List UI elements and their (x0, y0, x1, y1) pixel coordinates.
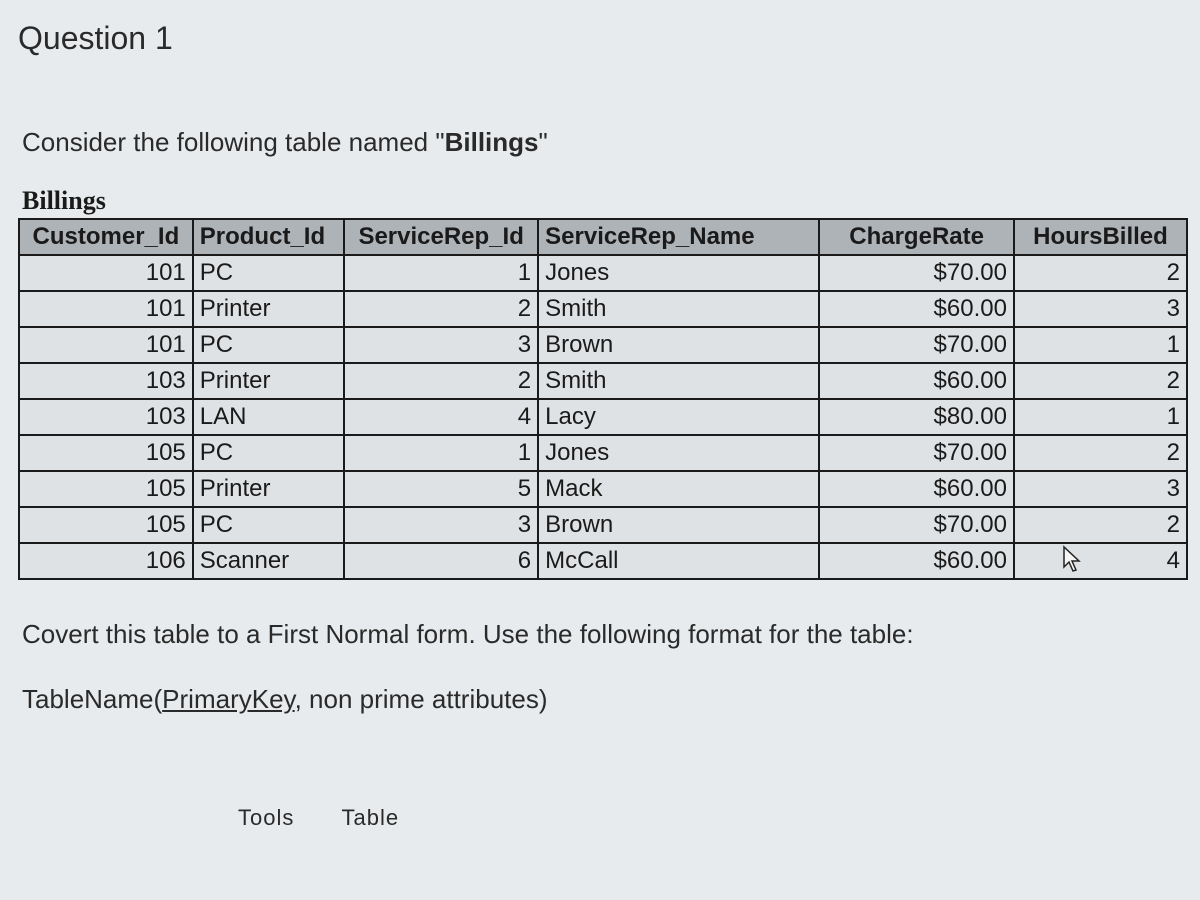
cell-customer-id: 105 (19, 471, 193, 507)
table-row: 103LAN4Lacy$80.001 (19, 399, 1187, 435)
format-primarykey: PrimaryKey (162, 684, 294, 714)
task-instruction: Covert this table to a First Normal form… (18, 616, 1182, 652)
cell-servicerep-name: Jones (538, 255, 819, 291)
cell-servicerep-id: 1 (344, 255, 538, 291)
table-row: 106Scanner6McCall$60.004 (19, 543, 1187, 579)
intro-text: Consider the following table named "Bill… (18, 127, 1182, 158)
cell-product-id: Printer (193, 471, 344, 507)
table-row: 101PC1Jones$70.002 (19, 255, 1187, 291)
cell-product-id: PC (193, 507, 344, 543)
cell-chargerate: $60.00 (819, 363, 1014, 399)
cell-customer-id: 101 (19, 327, 193, 363)
format-template: TableName(PrimaryKey, non prime attribut… (18, 684, 1182, 715)
cell-servicerep-id: 2 (344, 363, 538, 399)
cell-servicerep-id: 5 (344, 471, 538, 507)
cell-customer-id: 103 (19, 399, 193, 435)
editor-menu-partial: Tools Table (18, 805, 1182, 831)
cell-servicerep-name: Brown (538, 507, 819, 543)
question-title: Question 1 (18, 20, 1182, 57)
cell-customer-id: 105 (19, 435, 193, 471)
cell-hoursbilled: 1 (1014, 399, 1187, 435)
cell-customer-id: 101 (19, 255, 193, 291)
cell-servicerep-name: Smith (538, 291, 819, 327)
cell-hoursbilled: 3 (1014, 291, 1187, 327)
table-row: 101Printer2Smith$60.003 (19, 291, 1187, 327)
menu-tools[interactable]: Tools (238, 805, 294, 830)
cell-servicerep-id: 2 (344, 291, 538, 327)
cell-hoursbilled: 2 (1014, 435, 1187, 471)
cell-product-id: PC (193, 327, 344, 363)
cell-product-id: PC (193, 435, 344, 471)
cell-chargerate: $70.00 (819, 327, 1014, 363)
cell-hoursbilled: 4 (1014, 543, 1187, 579)
cell-servicerep-name: Smith (538, 363, 819, 399)
cell-customer-id: 103 (19, 363, 193, 399)
menu-table[interactable]: Table (341, 805, 399, 830)
col-customer-id: Customer_Id (19, 219, 193, 255)
cell-servicerep-name: Brown (538, 327, 819, 363)
cell-hoursbilled: 2 (1014, 363, 1187, 399)
cell-chargerate: $70.00 (819, 255, 1014, 291)
cell-servicerep-name: Mack (538, 471, 819, 507)
format-prefix: TableName( (22, 684, 162, 714)
table-row: 105PC3Brown$70.002 (19, 507, 1187, 543)
cell-customer-id: 105 (19, 507, 193, 543)
table-title: Billings (18, 186, 1182, 216)
billings-table: Customer_Id Product_Id ServiceRep_Id Ser… (18, 218, 1188, 580)
cell-servicerep-id: 6 (344, 543, 538, 579)
cell-servicerep-name: Lacy (538, 399, 819, 435)
intro-bold: Billings (445, 127, 539, 157)
cell-customer-id: 101 (19, 291, 193, 327)
col-servicerep-id: ServiceRep_Id (344, 219, 538, 255)
cell-servicerep-id: 1 (344, 435, 538, 471)
cell-product-id: PC (193, 255, 344, 291)
cell-hoursbilled: 2 (1014, 255, 1187, 291)
cell-hoursbilled: 3 (1014, 471, 1187, 507)
col-hoursbilled: HoursBilled (1014, 219, 1187, 255)
col-servicerep-name: ServiceRep_Name (538, 219, 819, 255)
cell-product-id: Printer (193, 363, 344, 399)
cell-customer-id: 106 (19, 543, 193, 579)
cell-product-id: Scanner (193, 543, 344, 579)
cell-chargerate: $60.00 (819, 471, 1014, 507)
cell-chargerate: $70.00 (819, 435, 1014, 471)
cell-hoursbilled: 1 (1014, 327, 1187, 363)
col-chargerate: ChargeRate (819, 219, 1014, 255)
cell-servicerep-id: 3 (344, 507, 538, 543)
cell-product-id: Printer (193, 291, 344, 327)
cell-chargerate: $60.00 (819, 291, 1014, 327)
format-suffix: , non prime attributes) (295, 684, 548, 714)
table-row: 101PC3Brown$70.001 (19, 327, 1187, 363)
col-product-id: Product_Id (193, 219, 344, 255)
cell-chargerate: $60.00 (819, 543, 1014, 579)
table-row: 103Printer2Smith$60.002 (19, 363, 1187, 399)
cell-hoursbilled: 2 (1014, 507, 1187, 543)
intro-prefix: Consider the following table named " (22, 127, 445, 157)
table-header-row: Customer_Id Product_Id ServiceRep_Id Ser… (19, 219, 1187, 255)
cell-chargerate: $70.00 (819, 507, 1014, 543)
table-row: 105PC1Jones$70.002 (19, 435, 1187, 471)
cell-chargerate: $80.00 (819, 399, 1014, 435)
cell-product-id: LAN (193, 399, 344, 435)
table-row: 105Printer5Mack$60.003 (19, 471, 1187, 507)
cell-servicerep-id: 4 (344, 399, 538, 435)
cell-servicerep-name: Jones (538, 435, 819, 471)
cell-servicerep-name: McCall (538, 543, 819, 579)
cell-servicerep-id: 3 (344, 327, 538, 363)
intro-suffix: " (539, 127, 548, 157)
